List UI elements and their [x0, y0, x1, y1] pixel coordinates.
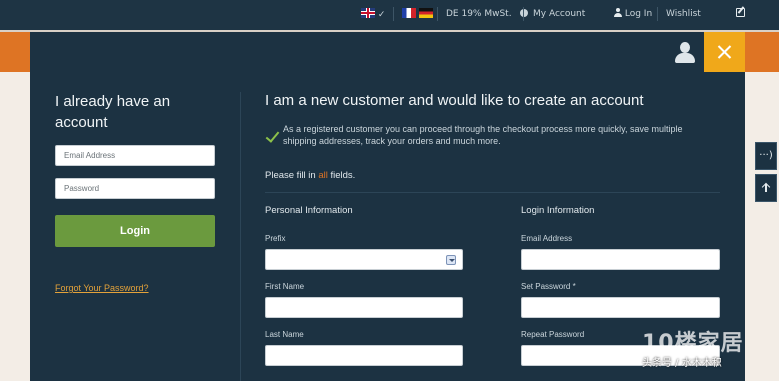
- separator: [393, 7, 394, 21]
- login-link-label: Log In: [624, 9, 653, 19]
- close-button[interactable]: [704, 32, 745, 72]
- top-bar: ✓ DE 19% MwSt. My Account Log In Wishlis…: [0, 0, 779, 30]
- separator: [437, 7, 438, 21]
- login-modal: I already have an account Login Forgot Y…: [30, 32, 745, 381]
- background-banner: [745, 32, 779, 72]
- fill-note-highlight: all: [318, 170, 328, 181]
- scroll-top-button[interactable]: [755, 174, 777, 202]
- required-fields-note: Please fill in all fields.: [265, 170, 355, 181]
- check-icon: [266, 129, 275, 143]
- language-selector-en[interactable]: ✓: [361, 8, 385, 21]
- edit-icon: [736, 8, 745, 17]
- forgot-password-link[interactable]: Forgot Your Password?: [55, 283, 149, 293]
- column-divider: [240, 92, 241, 381]
- login-info-title: Login Information: [521, 205, 595, 216]
- flag-de-icon: [418, 8, 433, 18]
- separator: [657, 7, 658, 21]
- first-name-input[interactable]: [265, 297, 463, 318]
- flag-uk-icon: [361, 8, 375, 18]
- share-icon: ···): [759, 150, 773, 161]
- watermark: 10楼家居 头条号 / 水木木积: [642, 325, 772, 369]
- prefix-select[interactable]: [265, 249, 463, 270]
- vat-label: DE 19% MwSt.: [446, 9, 512, 19]
- existing-customer-title: I already have an account: [55, 93, 171, 131]
- section-divider: [265, 192, 720, 193]
- wishlist-link[interactable]: Wishlist: [666, 8, 701, 20]
- my-account-link[interactable]: My Account: [533, 8, 585, 20]
- watermark-logo: 10楼家居: [642, 331, 744, 356]
- vat-selector[interactable]: DE 19% MwSt.: [446, 8, 529, 20]
- login-link[interactable]: Log In: [614, 8, 652, 20]
- prefix-label: Prefix: [265, 234, 286, 243]
- personal-info-title: Personal Information: [265, 205, 353, 216]
- edit-button[interactable]: [736, 8, 745, 21]
- register-email-input[interactable]: [521, 249, 720, 270]
- share-button[interactable]: ···): [755, 142, 777, 170]
- circle-icon: [520, 9, 529, 17]
- fill-note-prefix: Please fill in: [265, 170, 319, 181]
- new-customer-title: I am a new customer and would like to cr…: [265, 92, 644, 109]
- chevron-down-icon: [446, 255, 456, 265]
- repeat-password-label: Repeat Password: [521, 330, 585, 339]
- email-input[interactable]: [55, 145, 215, 166]
- first-name-label: First Name: [265, 282, 305, 291]
- arrow-up-icon: [762, 183, 770, 192]
- avatar-icon: [674, 42, 696, 64]
- set-password-input[interactable]: [521, 297, 720, 318]
- background-banner: [0, 32, 30, 72]
- flag-fr-icon: [402, 8, 416, 18]
- user-icon: [614, 8, 622, 17]
- fill-note-suffix: fields.: [327, 170, 356, 181]
- last-name-input[interactable]: [265, 345, 463, 366]
- benefits-text: As a registered customer you can proceed…: [283, 124, 683, 146]
- language-check: ✓: [377, 10, 386, 20]
- login-button[interactable]: Login: [55, 215, 215, 247]
- watermark-subtitle: 头条号 / 水木木积: [642, 358, 722, 369]
- last-name-label: Last Name: [265, 330, 304, 339]
- separator: [523, 7, 524, 21]
- set-password-label: Set Password *: [521, 282, 576, 291]
- register-email-label: Email Address: [521, 234, 573, 243]
- password-input[interactable]: [55, 178, 215, 199]
- language-selector-fr-de[interactable]: [402, 8, 433, 21]
